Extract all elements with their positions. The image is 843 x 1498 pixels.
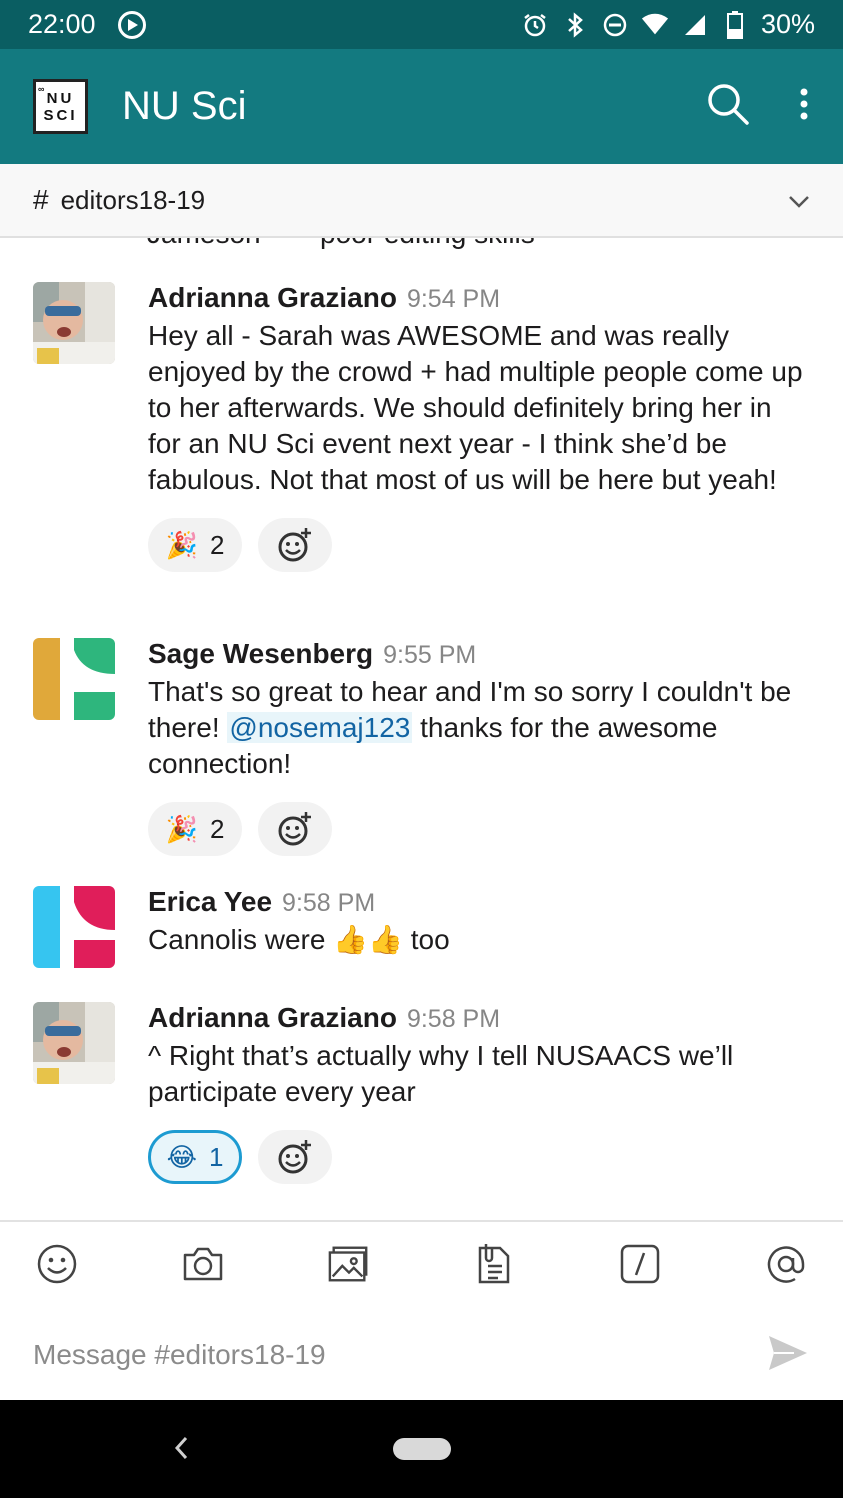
reaction-count: 1 [208,1141,224,1172]
message-text-part: too [402,924,450,955]
send-icon[interactable] [766,1333,810,1378]
message-timestamp: 9:55 PM [383,641,477,669]
battery-icon [721,10,749,39]
cut-author: Jameson [147,238,261,250]
message-timestamp: 9:58 PM [282,889,376,917]
message-author[interactable]: Sage Wesenberg [148,638,373,670]
bluetooth-icon [561,11,589,39]
add-reaction-icon [278,1140,311,1174]
channel-name: editors18-19 [60,184,206,215]
avatar[interactable] [33,638,115,720]
logo-infinity-mark: ∞ [38,84,45,94]
back-icon[interactable] [172,1434,190,1467]
reaction-pill[interactable]: 🎉 2 [148,518,242,572]
message-composer [0,1220,843,1400]
add-reaction-button[interactable] [258,1130,332,1184]
wifi-icon [641,11,669,39]
reaction-count: 2 [209,529,225,560]
reaction-emoji: 🎉 [165,529,198,560]
search-icon[interactable] [706,82,750,131]
thumbs-up-emoji: 👍👍 [333,924,403,955]
reaction-pill[interactable]: 🎉 2 [148,802,242,856]
media-play-icon [117,10,146,39]
image-gallery-icon[interactable] [327,1242,371,1286]
status-time: 22:00 [28,9,96,39]
reaction-emoji: 😂 [166,1141,197,1172]
avatar[interactable] [33,886,115,968]
mention-icon[interactable] [764,1242,808,1286]
message-body: Adrianna Graziano 9:58 PM ^ Right that’s… [148,1002,803,1184]
message-text: Cannolis were 👍👍 too [148,922,803,958]
emoji-icon[interactable] [35,1242,79,1286]
workspace-title: NU Sci [122,84,247,128]
logo-bottom-text: SCI [43,106,78,124]
message-body: Adrianna Graziano 9:54 PM Hey all - Sara… [148,282,803,572]
do-not-disturb-icon [601,11,629,39]
file-attach-icon[interactable] [472,1242,516,1286]
add-reaction-button[interactable] [258,802,332,856]
message-timestamp: 9:58 PM [406,1005,501,1033]
message-text: Hey all - Sarah was AWESOME and was real… [148,320,803,495]
message-text-part: Cannolis were [148,924,334,955]
reaction-count: 2 [209,813,225,844]
add-reaction-icon [278,812,311,846]
reaction-bar: 😂 1 [148,1130,803,1184]
status-bar: 22:00 30% [0,0,843,49]
reaction-pill-selected[interactable]: 😂 1 [148,1130,242,1184]
message-body: Sage Wesenberg 9:55 PM That's so great t… [148,638,803,856]
system-navigation-bar [0,1400,843,1498]
message-author[interactable]: Adrianna Graziano [148,1002,397,1034]
reaction-bar: 🎉 2 [148,518,803,572]
message-input-row [0,1322,843,1388]
message-text: That's so great to hear and I'm so sorry… [148,674,803,782]
logo-top-text: NU [46,89,75,107]
workspace-logo[interactable]: ∞ NU SCI [33,79,88,134]
reaction-emoji: 🎉 [165,813,198,844]
overflow-menu-icon[interactable] [798,87,810,126]
avatar[interactable] [33,282,115,364]
user-mention-link[interactable]: @nosemaj123 [227,712,413,743]
add-reaction-button[interactable] [258,518,332,572]
alarm-icon [521,11,549,39]
reaction-bar: 🎉 2 [148,802,803,856]
signal-icon [681,11,709,39]
composer-toolbar [0,1222,843,1306]
chevron-down-icon[interactable] [788,185,810,216]
channel-hash-icon: # [33,184,49,215]
message-author[interactable]: Erica Yee [148,886,272,918]
battery-percent: 30% [760,9,815,39]
slash-command-icon[interactable] [618,1242,662,1286]
app-bar: ∞ NU SCI NU Sci [0,49,843,164]
message-author[interactable]: Adrianna Graziano [148,282,397,314]
camera-icon[interactable] [181,1242,225,1286]
message-body: Erica Yee 9:58 PM Cannolis were 👍👍 too [148,886,803,958]
avatar[interactable] [33,1002,115,1084]
message-list[interactable]: Jameson poor editing skills Adrianna Gra… [0,238,843,1220]
home-pill-button[interactable] [393,1438,451,1460]
message-timestamp: 9:54 PM [406,285,501,313]
add-reaction-icon [278,528,311,562]
message-text: ^ Right that’s actually why I tell NUSAA… [148,1040,734,1107]
channel-header[interactable]: # editors18-19 [0,164,843,238]
cut-text: poor editing skills [320,238,535,250]
message-input[interactable] [33,1339,766,1371]
